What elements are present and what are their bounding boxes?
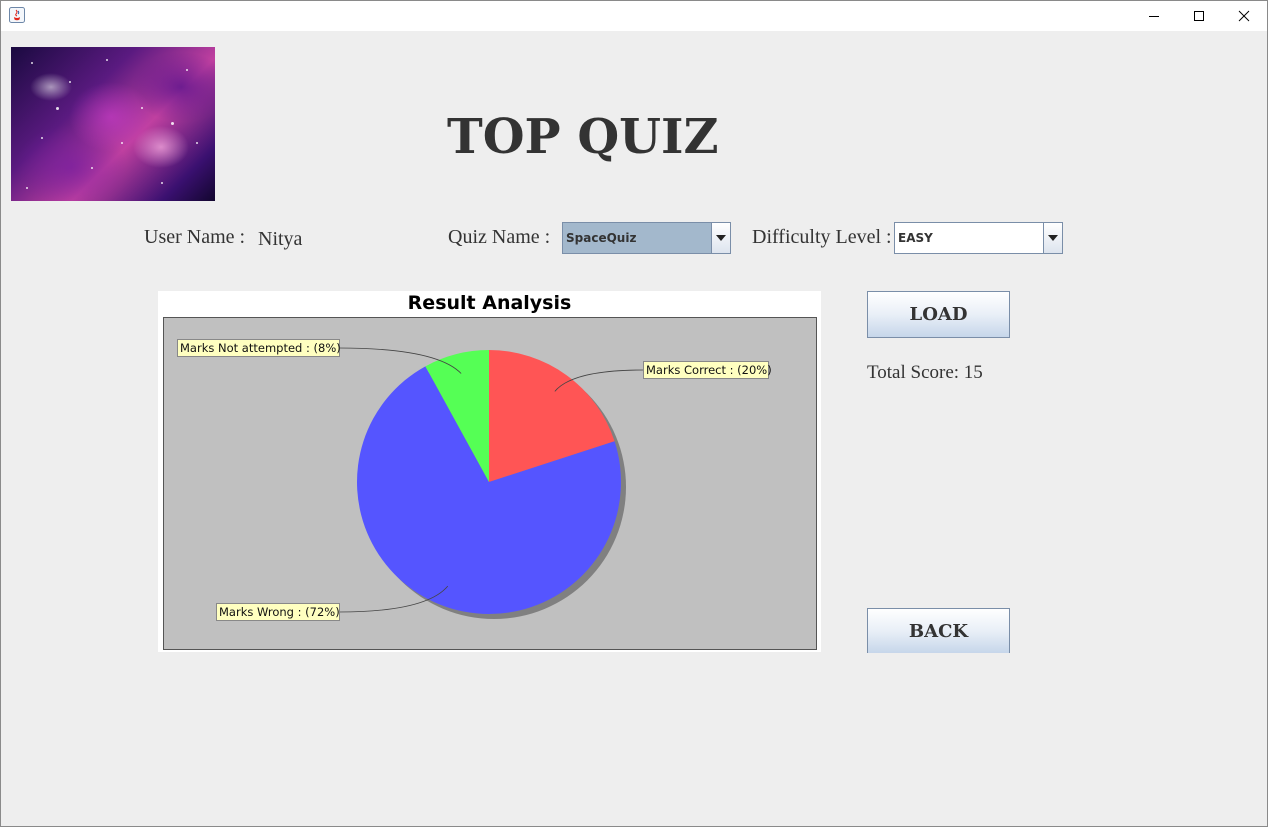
total-score-text: Total Score: 15 [867, 362, 983, 383]
quiz-name-selected: SpaceQuiz [566, 231, 637, 245]
content-pane: TOP QUIZ User Name : Nitya Quiz Name : S… [1, 31, 1267, 826]
app-window: TOP QUIZ User Name : Nitya Quiz Name : S… [0, 0, 1268, 827]
difficulty-level-selected: EASY [898, 231, 933, 245]
minimize-button[interactable] [1131, 1, 1177, 31]
maximize-icon [1194, 11, 1204, 21]
chevron-down-icon[interactable] [1043, 223, 1062, 253]
difficulty-level-combobox[interactable]: EASY [894, 222, 1063, 254]
user-name-label: User Name : [144, 226, 246, 248]
java-cup-icon [9, 7, 25, 23]
chevron-down-icon[interactable] [711, 223, 730, 253]
close-button[interactable] [1221, 1, 1267, 31]
user-name-value: Nitya [258, 228, 303, 250]
slice-label: Marks Correct : (20%) [646, 363, 772, 377]
title-bar [1, 1, 1267, 31]
slice-label: Marks Wrong : (72%) [219, 605, 340, 619]
close-icon [1238, 10, 1250, 22]
minimize-icon [1149, 16, 1159, 17]
quiz-name-combobox[interactable]: SpaceQuiz [562, 222, 731, 254]
page-title: TOP QUIZ [447, 109, 719, 165]
galaxy-image [11, 47, 215, 201]
chart-title: Result Analysis [407, 292, 572, 314]
difficulty-level-label: Difficulty Level : [752, 226, 892, 248]
maximize-button[interactable] [1176, 1, 1222, 31]
slice-label: Marks Not attempted : (8%) [180, 341, 341, 355]
pie-chart-svg: Marks Correct : (20%) Marks Wrong : (72%)… [163, 317, 817, 650]
result-chart: Marks Correct : (20%) Marks Wrong : (72%)… [158, 291, 821, 652]
load-button[interactable]: LOAD [867, 291, 1010, 338]
back-button[interactable]: BACK [867, 608, 1010, 653]
quiz-name-label: Quiz Name : [448, 226, 551, 248]
